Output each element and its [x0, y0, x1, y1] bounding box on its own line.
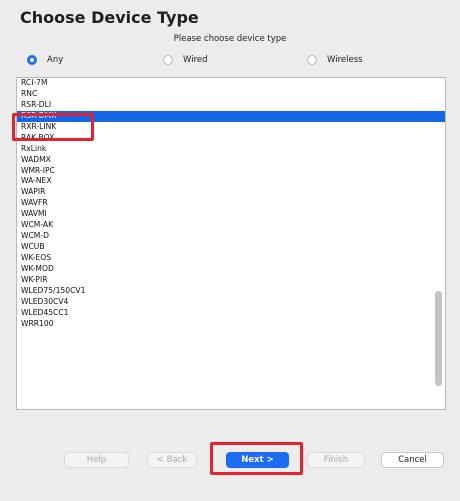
list-item[interactable]: WK-PIR — [17, 275, 445, 286]
radio-wired-label: Wired — [183, 55, 208, 65]
list-item[interactable]: RxLink — [17, 144, 445, 155]
list-item[interactable]: WK-EOS — [17, 253, 445, 264]
radio-button-icon — [163, 55, 173, 65]
radio-button-icon — [307, 55, 317, 65]
list-item[interactable]: RCI-7M — [17, 78, 445, 89]
next-button-annotation — [210, 442, 303, 475]
radio-any-label: Any — [47, 55, 64, 65]
radio-wireless[interactable]: Wireless — [307, 55, 363, 65]
list-item[interactable]: WLED75/150CV1 — [17, 286, 445, 297]
list-item[interactable]: WAVFR — [17, 198, 445, 209]
list-item[interactable]: WLED30CV4 — [17, 297, 445, 308]
list-item[interactable]: WAVMI — [17, 209, 445, 220]
radio-wireless-label: Wireless — [327, 55, 363, 65]
list-item[interactable]: WLED45CC1 — [17, 308, 445, 319]
list-scrollbar[interactable] — [435, 291, 442, 386]
selected-item-annotation — [12, 113, 94, 141]
dialog-title: Choose Device Type — [20, 8, 199, 27]
back-button[interactable]: < Back — [147, 452, 197, 468]
list-item[interactable]: RNC — [17, 89, 445, 100]
list-item[interactable]: WK-MOD — [17, 264, 445, 275]
list-item[interactable]: WCUB — [17, 242, 445, 253]
help-button[interactable]: Help — [64, 452, 129, 468]
list-item[interactable]: WCM-AK — [17, 220, 445, 231]
radio-any[interactable]: Any — [27, 55, 63, 65]
radio-wired[interactable]: Wired — [163, 55, 208, 65]
list-item[interactable]: WADMX — [17, 155, 445, 166]
device-type-filter: Any Wired Wireless — [0, 55, 460, 71]
radio-button-icon — [27, 55, 37, 65]
list-item[interactable]: RSR-DLI — [17, 100, 445, 111]
list-item[interactable]: WMR-IPC — [17, 166, 445, 177]
cancel-button[interactable]: Cancel — [381, 452, 444, 468]
dialog-subtitle: Please choose device type — [173, 34, 287, 44]
list-item[interactable]: WAPIR — [17, 187, 445, 198]
list-item[interactable]: WCM-D — [17, 231, 445, 242]
list-item[interactable]: WRR100 — [17, 319, 445, 330]
finish-button[interactable]: Finish — [307, 452, 365, 468]
list-item[interactable]: WA-NEX — [17, 176, 445, 187]
